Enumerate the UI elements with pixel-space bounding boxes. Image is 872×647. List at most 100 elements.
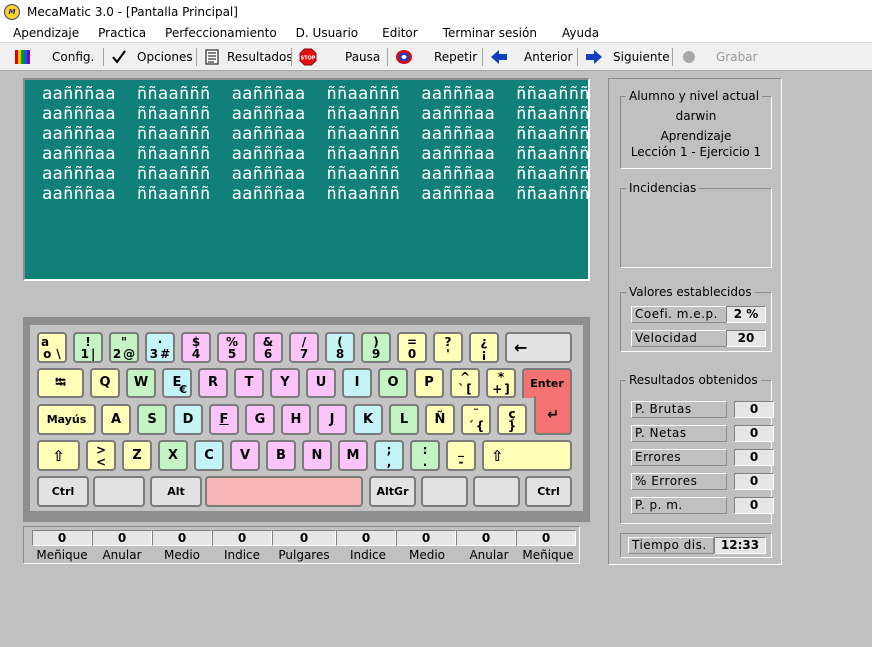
student-group-title: Alumno y nivel actual [626,89,763,103]
key-l: L [389,404,419,435]
exercise-line: aañññaa ññaañññ aañññaa ññaañññ aañññaa … [42,184,590,204]
repeat-icon [395,49,413,65]
lesson-info: Lección 1 - Ejercicio 1 [630,145,762,159]
results-title: Resultados obtenidos [626,373,761,387]
menu-datos-usuario[interactable]: D. Usuario [290,26,367,40]
result-value: 0 [734,401,774,418]
key-6: & 6 [253,332,283,363]
key-comma: ;, [374,440,404,471]
key-altgr: AltGr [369,476,416,507]
repetir-button[interactable]: Repetir [395,47,477,67]
counter-label: Pulgares [278,548,330,562]
side-panel: Alumno y nivel actual darwin Aprendizaje… [608,78,782,565]
grabar-label: Grabar [716,50,758,64]
pausa-button[interactable]: STOP Pausa [299,47,380,67]
key-h: H [281,404,311,435]
counter-label: Indice [223,548,261,562]
key-x: X [158,440,188,471]
config-button[interactable]: Config. [14,47,94,67]
key-apostrophe: ? ' [433,332,463,363]
toolbar-separator [196,48,197,66]
key-3: · 3 # [145,332,175,363]
checkmark-icon [110,49,128,65]
key-0: = 0 [397,332,427,363]
config-label: Config. [52,50,95,64]
key-right-shift: ⇧ [482,440,572,471]
counter-value: 0 [516,530,576,546]
stop-sign-icon: STOP [299,48,317,66]
exercise-line: aañññaa ññaañññ aañññaa ññaañññ aañññaa … [42,124,590,144]
key-left-ctrl: Ctrl [37,476,89,507]
counter-value: 0 [92,530,152,546]
menu-editor[interactable]: Editor [376,26,427,40]
backspace-arrow-icon: ← [514,337,528,357]
key-v: V [230,440,260,471]
key-d: D [173,404,203,435]
settings-title: Valores establecidos [626,285,755,299]
exercise-text-area: aañññaa ññaañññ aañññaa ññaañññ aañññaa … [23,78,590,281]
toolbar-separator [291,48,292,66]
toolbar-separator [577,48,578,66]
key-i: I [342,368,372,398]
key-w: W [126,368,156,398]
key-backspace: ← [505,332,572,363]
siguiente-label: Siguiente [613,50,670,64]
incidents-group: Incidencias [620,181,772,268]
result-value: 0 [734,497,774,514]
key-n: N [302,440,332,471]
key-tab: ⭾ [37,368,84,398]
time-label: Tiempo dis. [628,537,714,554]
menu-perfeccionamiento[interactable]: Perfeccionamiento [159,26,286,40]
tab-arrows-icon: ⭾ [55,375,66,391]
setting-label: Velocidad [631,330,735,347]
pausa-label: Pausa [345,50,381,64]
key-m: M [338,440,368,471]
virtual-keyboard: a o \ ! 1 | " 2 @ · 3 # $4 % 5 & 6 /7 (8 ) 9 = 0 ? ' … [23,317,590,522]
svg-text:STOP: STOP [301,56,316,62]
key-a: A [101,404,131,435]
opciones-button[interactable]: Opciones [110,47,193,67]
menu-terminar-sesion[interactable]: Terminar sesión [437,26,546,40]
key-k: K [353,404,383,435]
key-y: Y [270,368,300,398]
result-value: 0 [734,473,774,490]
menu-ayuda[interactable]: Ayuda [556,26,608,40]
counter-value: 0 [32,530,92,546]
menu-apendizaje[interactable]: Apendizaje [7,26,88,40]
siguiente-button[interactable]: Siguiente [585,47,670,67]
resultados-label: Resultados [227,50,293,64]
key-b: B [266,440,296,471]
resultados-button[interactable]: Resultados [203,47,293,67]
settings-group: Valores establecidos Coefi. m.e.p. 2 % V… [620,285,772,352]
shift-arrow-icon: ⇧ [52,446,65,465]
setting-value: 20 [726,330,766,347]
counter-label: Meñique [522,548,574,562]
anterior-button[interactable]: Anterior [490,47,572,67]
incidents-title: Incidencias [626,181,700,195]
key-c: C [194,440,224,471]
key-2: " 2 @ [109,332,139,363]
exercise-line: aañññaa ññaañññ aañññaa ññaañññ aañññaa … [42,164,590,184]
result-value: 0 [734,425,774,442]
key-caps-lock: Mayús [37,404,96,435]
key-8: (8 [325,332,355,363]
finger-counters: 0 0 0 0 0 0 0 0 0 Meñique Anular Medio I… [23,526,580,564]
key-9: ) 9 [361,332,391,363]
arrow-left-icon [490,49,508,65]
menu-practica[interactable]: Practica [92,26,155,40]
result-label: % Errores [631,473,727,490]
key-5: % 5 [217,332,247,363]
result-label: P. Brutas [631,401,727,418]
key-win-left [93,476,145,507]
key-4: $4 [181,332,211,363]
grabar-button[interactable]: Grabar [680,47,758,67]
key-plus: * +] [486,368,516,398]
menu-bar: Apendizaje Practica Perfeccionamiento D.… [0,23,872,43]
repetir-label: Repetir [434,50,478,64]
key-space [205,476,363,507]
key-o: O [378,368,408,398]
shift-arrow-icon: ⇧ [491,446,504,465]
student-group: Alumno y nivel actual darwin Aprendizaje… [620,89,772,169]
mecamatic-logo-icon: M [4,3,20,20]
key-7: /7 [289,332,319,363]
